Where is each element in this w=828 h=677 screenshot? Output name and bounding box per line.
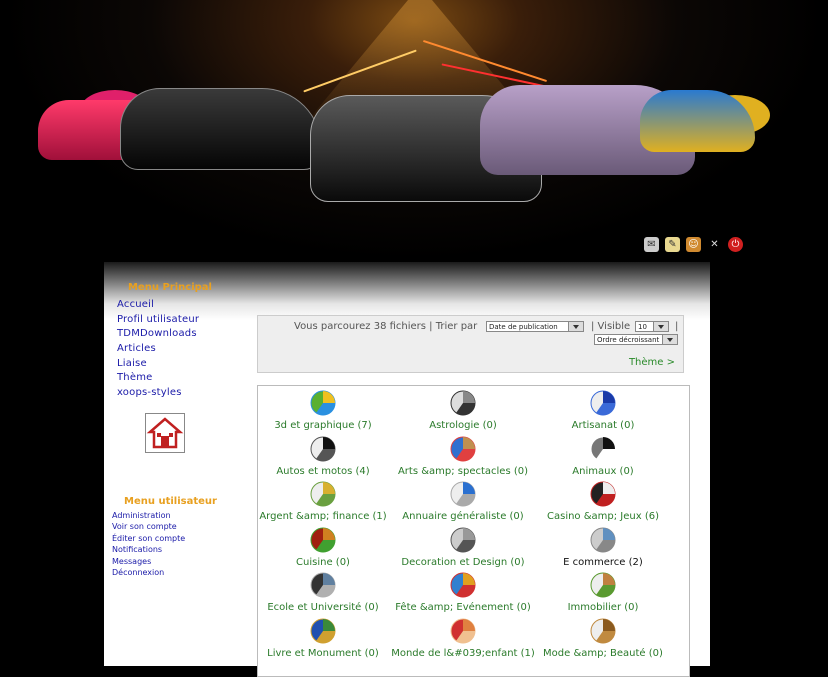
category-label[interactable]: Autos et motos (4) (248, 466, 398, 477)
category-label[interactable]: 3d et graphique (7) (248, 420, 398, 431)
category-item[interactable]: Immobilier (0) (528, 570, 678, 613)
girl-icon[interactable] (448, 616, 478, 646)
chat-icon[interactable]: ✉ (644, 237, 659, 252)
theme-link[interactable]: Thème > (629, 357, 675, 368)
geometry-icon[interactable] (308, 570, 338, 600)
chevron-down-icon (653, 322, 668, 331)
category-item[interactable]: E commerce (2) (528, 525, 678, 568)
user-menu-title: Menu utilisateur (124, 496, 217, 507)
category-label[interactable]: Monde de l&#039;enfant (1) (388, 648, 538, 659)
category-item[interactable]: Autos et motos (4) (248, 434, 398, 477)
category-item[interactable]: Casino &amp; Jeux (6) (528, 479, 678, 522)
burger-icon[interactable] (308, 525, 338, 555)
category-label[interactable]: Arts &amp; spectacles (0) (388, 466, 538, 477)
car-black-left (120, 88, 322, 170)
category-label[interactable]: Fête &amp; Evénement (0) (388, 602, 538, 613)
category-item[interactable]: Cuisine (0) (248, 525, 398, 568)
category-item[interactable]: Mode &amp; Beauté (0) (528, 616, 678, 659)
category-item[interactable]: Astrologie (0) (388, 388, 538, 431)
main-menu-item[interactable]: Accueil (117, 298, 199, 313)
search-icon[interactable] (448, 479, 478, 509)
order-select[interactable]: Ordre décroissant (594, 334, 678, 345)
sort-select[interactable]: Date de publication (486, 321, 584, 332)
user-menu-item[interactable]: Voir son compte (112, 521, 185, 532)
cards-icon[interactable] (588, 479, 618, 509)
header-banner: ✉ ✎ ☺ ✕ ⏻ (0, 0, 828, 262)
category-label[interactable]: Livre et Monument (0) (248, 648, 398, 659)
header-toolbar: ✉ ✎ ☺ ✕ ⏻ (644, 237, 743, 252)
category-label[interactable]: Decoration et Design (0) (388, 557, 538, 568)
category-label[interactable]: Artisanat (0) (528, 420, 678, 431)
category-item[interactable]: Livre et Monument (0) (248, 616, 398, 659)
category-label[interactable]: Ecole et Université (0) (248, 602, 398, 613)
category-label[interactable]: Argent &amp; finance (1) (248, 511, 398, 522)
money-icon[interactable] (308, 479, 338, 509)
category-label[interactable]: Animaux (0) (528, 466, 678, 477)
main-menu-item[interactable]: xoops-styles (117, 386, 199, 401)
main-menu-title: Menu Principal (128, 282, 212, 293)
users-icon[interactable]: ☺ (686, 237, 701, 252)
main-menu-item[interactable]: Liaise (117, 357, 199, 372)
craft-icon[interactable] (588, 388, 618, 418)
file-toolbar: Vous parcourez 38 fichiers | Trier par D… (257, 315, 684, 373)
chevron-down-icon (568, 322, 583, 331)
category-label[interactable]: E commerce (2) (528, 557, 678, 568)
category-item[interactable]: Argent &amp; finance (1) (248, 479, 398, 522)
user-menu-item[interactable]: Éditer son compte (112, 533, 185, 544)
chevron-down-icon (662, 335, 677, 344)
main-menu-item[interactable]: Articles (117, 342, 199, 357)
separator: | (675, 321, 679, 332)
category-label[interactable]: Casino &amp; Jeux (6) (528, 511, 678, 522)
order-select-value: Ordre décroissant (597, 336, 660, 344)
tools-icon[interactable]: ✕ (707, 237, 722, 252)
user-menu-item[interactable]: Administration (112, 510, 185, 521)
visible-select[interactable]: 10 (635, 321, 669, 332)
user-menu-item[interactable]: Déconnexion (112, 567, 185, 578)
sidebar: Menu Principal Accueil Profil utilisateur… (104, 262, 244, 666)
house-icon[interactable] (588, 570, 618, 600)
category-item[interactable]: Arts &amp; spectacles (0) (388, 434, 538, 477)
cart-icon[interactable] (588, 525, 618, 555)
home-icon[interactable] (145, 413, 185, 453)
category-item[interactable]: Artisanat (0) (528, 388, 678, 431)
category-item[interactable]: Monde de l&#039;enfant (1) (388, 616, 538, 659)
category-label[interactable]: Mode &amp; Beauté (0) (528, 648, 678, 659)
user-menu-item[interactable]: Messages (112, 556, 185, 567)
power-icon[interactable]: ⏻ (728, 237, 743, 252)
main-menu-item[interactable]: Profil utilisateur (117, 313, 199, 328)
books-icon[interactable] (308, 616, 338, 646)
category-label[interactable]: Annuaire généraliste (0) (388, 511, 538, 522)
page-content: Menu Principal Accueil Profil utilisateur… (104, 262, 710, 677)
pie-chart-icon[interactable] (308, 388, 338, 418)
visible-label: | Visible (591, 321, 631, 332)
zodiac-icon[interactable] (448, 388, 478, 418)
boot-icon[interactable] (588, 616, 618, 646)
category-item[interactable]: Fête &amp; Evénement (0) (388, 570, 538, 613)
panda-icon[interactable] (588, 434, 618, 464)
main-menu: Accueil Profil utilisateur TDMDownloads Art… (117, 298, 199, 401)
car-icon[interactable] (308, 434, 338, 464)
category-item[interactable]: Decoration et Design (0) (388, 525, 538, 568)
category-item[interactable]: Ecole et Université (0) (248, 570, 398, 613)
sofa-icon[interactable] (448, 525, 478, 555)
party-icon[interactable] (448, 570, 478, 600)
category-item[interactable]: Annuaire généraliste (0) (388, 479, 538, 522)
category-item[interactable]: Animaux (0) (528, 434, 678, 477)
category-label[interactable]: Astrologie (0) (388, 420, 538, 431)
main-menu-item[interactable]: Thème (117, 371, 199, 386)
category-label[interactable]: Cuisine (0) (248, 557, 398, 568)
category-label[interactable]: Immobilier (0) (528, 602, 678, 613)
browse-summary: Vous parcourez 38 fichiers | Trier par (294, 321, 478, 332)
notes-icon[interactable]: ✎ (665, 237, 680, 252)
palette-icon[interactable] (448, 434, 478, 464)
visible-select-value: 10 (638, 323, 647, 331)
user-menu: Administration Voir son compte Éditer son … (112, 510, 185, 578)
category-grid: 3d et graphique (7) Astrologie (0) Artisan… (257, 385, 690, 677)
user-menu-item[interactable]: Notifications (112, 544, 185, 555)
sort-select-value: Date de publication (489, 323, 558, 331)
category-item[interactable]: 3d et graphique (7) (248, 388, 398, 431)
main-menu-item[interactable]: TDMDownloads (117, 327, 199, 342)
